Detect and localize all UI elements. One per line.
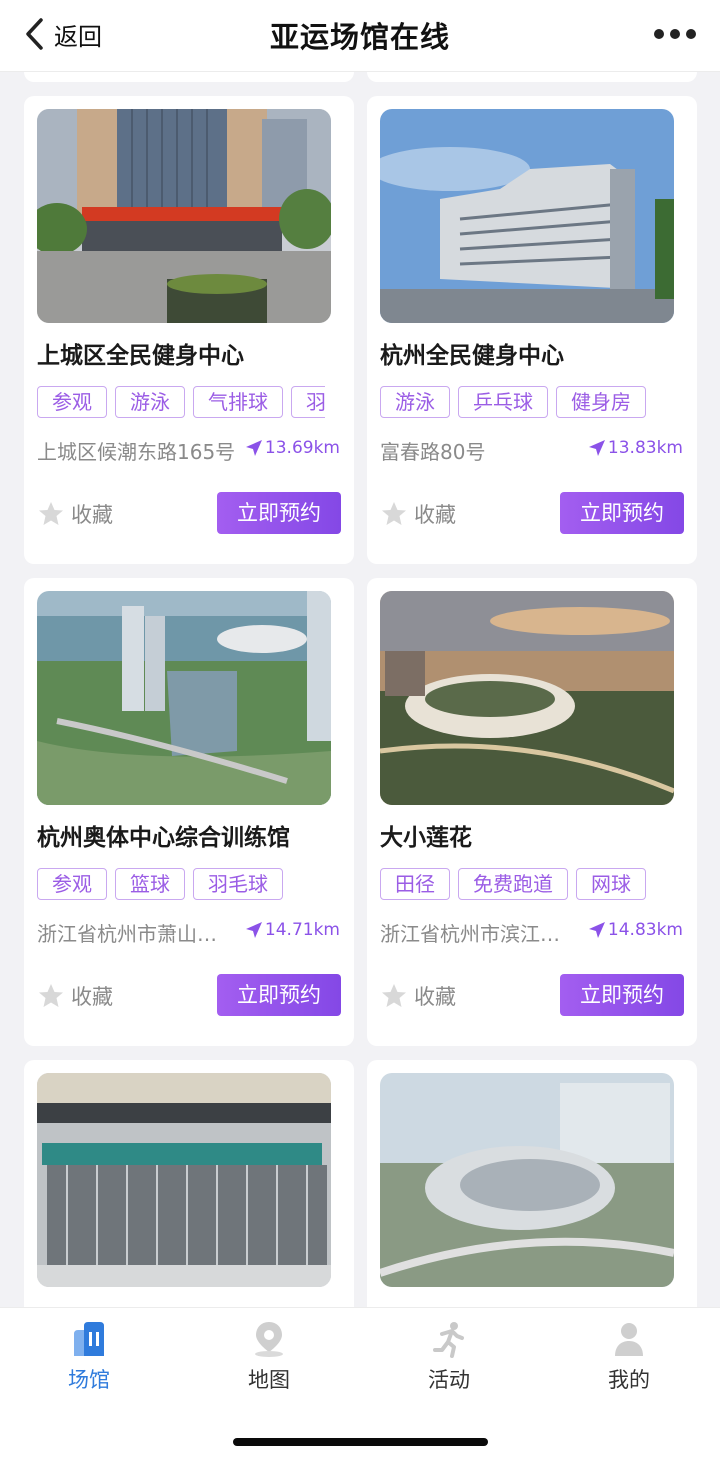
tab-map[interactable]: 地图 — [209, 1320, 329, 1392]
previous-card-edge — [24, 72, 354, 82]
venue-tag: 健身房 — [556, 386, 646, 418]
venue-address: 浙江省杭州市萧山… — [37, 922, 217, 946]
map-pin-icon — [255, 1322, 283, 1357]
venue-tag: 免费跑道 — [458, 868, 568, 900]
venue-tag: 参观 — [37, 868, 107, 900]
star-icon — [382, 984, 406, 1007]
venue-tag: 气排球 — [193, 386, 283, 418]
favorite-label: 收藏 — [414, 503, 456, 527]
favorite-button[interactable]: 收藏 — [380, 499, 456, 529]
tab-venues[interactable]: 场馆 — [29, 1320, 149, 1392]
venue-photo — [37, 109, 331, 323]
bottom-tab-bar: 场馆 地图 活动 我的 — [0, 1307, 720, 1461]
venue-tags: 游泳 乒乓球 健身房 — [380, 386, 668, 420]
favorite-button[interactable]: 收藏 — [37, 499, 113, 529]
venue-tags: 参观游泳气排球羽毛球 — [37, 386, 325, 420]
distance-value: 13.69km — [264, 438, 340, 458]
venue-name: 杭州全民健身中心 — [380, 343, 564, 369]
venue-tag: 羽毛球 — [193, 868, 283, 900]
favorite-label: 收藏 — [71, 503, 113, 527]
tab-label: 我的 — [608, 1368, 650, 1392]
venue-photo — [37, 1073, 331, 1287]
venue-photo — [37, 591, 331, 805]
favorite-label: 收藏 — [414, 985, 456, 1009]
venue-photo — [380, 1073, 674, 1287]
venue-tag: 游泳 — [380, 386, 450, 418]
venue-tag: 篮球 — [115, 868, 185, 900]
book-now-button[interactable]: 立即预约 — [560, 974, 684, 1016]
runner-icon — [433, 1322, 464, 1358]
tab-label: 活动 — [428, 1368, 470, 1392]
venue-tag: 网球 — [576, 868, 646, 900]
venue-distance: 14.83km — [588, 920, 683, 940]
venue-card[interactable]: 大小莲花 田径 免费跑道 网球 浙江省杭州市滨江… 14.83km 收藏 立即预约 — [367, 578, 697, 1046]
tab-activities[interactable]: 活动 — [389, 1320, 509, 1392]
venue-card[interactable] — [24, 1060, 354, 1307]
distance-value: 14.83km — [607, 920, 683, 940]
venue-card[interactable]: 上城区全民健身中心 参观游泳气排球羽毛球 上城区候潮东路165号 13.69km… — [24, 96, 354, 564]
venue-card[interactable]: 杭州全民健身中心 游泳 乒乓球 健身房 富春路80号 13.83km 收藏 立即预约 — [367, 96, 697, 564]
distance-value: 14.71km — [264, 920, 340, 940]
venue-tags: 田径 免费跑道 网球 — [380, 868, 668, 902]
venue-name: 杭州奥体中心综合训练馆 — [37, 825, 290, 851]
book-now-button[interactable]: 立即预约 — [560, 492, 684, 534]
favorite-button[interactable]: 收藏 — [37, 981, 113, 1011]
navigation-arrow-icon — [245, 922, 262, 938]
home-indicator — [233, 1438, 488, 1446]
venue-address: 浙江省杭州市滨江… — [380, 922, 560, 946]
venue-tag: 乒乓球 — [458, 386, 548, 418]
book-now-button[interactable]: 立即预约 — [217, 974, 341, 1016]
previous-card-edge — [367, 72, 697, 82]
navigation-arrow-icon — [588, 922, 605, 938]
venue-grid: 上城区全民健身中心 参观游泳气排球羽毛球 上城区候潮东路165号 13.69km… — [0, 72, 720, 1307]
venue-distance: 13.69km — [245, 438, 340, 458]
page-title: 亚运场馆在线 — [269, 20, 450, 54]
venue-card[interactable]: 杭州奥体中心综合训练馆 参观 篮球 羽毛球 浙江省杭州市萧山… 14.71km 收藏… — [24, 578, 354, 1046]
star-icon — [382, 502, 406, 525]
venue-name: 上城区全民健身中心 — [37, 343, 244, 369]
navigation-arrow-icon — [245, 440, 262, 456]
venue-tag: 田径 — [380, 868, 450, 900]
venue-tag: 参观 — [37, 386, 107, 418]
favorite-label: 收藏 — [71, 985, 113, 1009]
building-icon — [74, 1322, 104, 1356]
navigation-arrow-icon — [588, 440, 605, 456]
venue-address: 上城区候潮东路165号 — [37, 440, 236, 464]
tab-profile[interactable]: 我的 — [569, 1320, 689, 1392]
venue-name: 大小莲花 — [380, 825, 472, 851]
star-icon — [39, 984, 63, 1007]
venue-distance: 14.71km — [245, 920, 340, 940]
venue-card[interactable] — [367, 1060, 697, 1307]
tab-label: 地图 — [248, 1368, 290, 1392]
venue-address: 富春路80号 — [380, 440, 486, 464]
venue-tags: 参观 篮球 羽毛球 — [37, 868, 325, 902]
top-nav-bar: 返回 亚运场馆在线 — [0, 0, 720, 72]
book-now-button[interactable]: 立即预约 — [217, 492, 341, 534]
venue-distance: 13.83km — [588, 438, 683, 458]
distance-value: 13.83km — [607, 438, 683, 458]
star-icon — [39, 502, 63, 525]
venue-tag: 游泳 — [115, 386, 185, 418]
favorite-button[interactable]: 收藏 — [380, 981, 456, 1011]
venue-photo — [380, 109, 674, 323]
venue-photo — [380, 591, 674, 805]
user-icon — [615, 1323, 643, 1356]
venue-tag: 羽毛球 — [291, 386, 325, 418]
more-options-icon[interactable] — [654, 27, 696, 41]
tab-label: 场馆 — [68, 1368, 110, 1392]
